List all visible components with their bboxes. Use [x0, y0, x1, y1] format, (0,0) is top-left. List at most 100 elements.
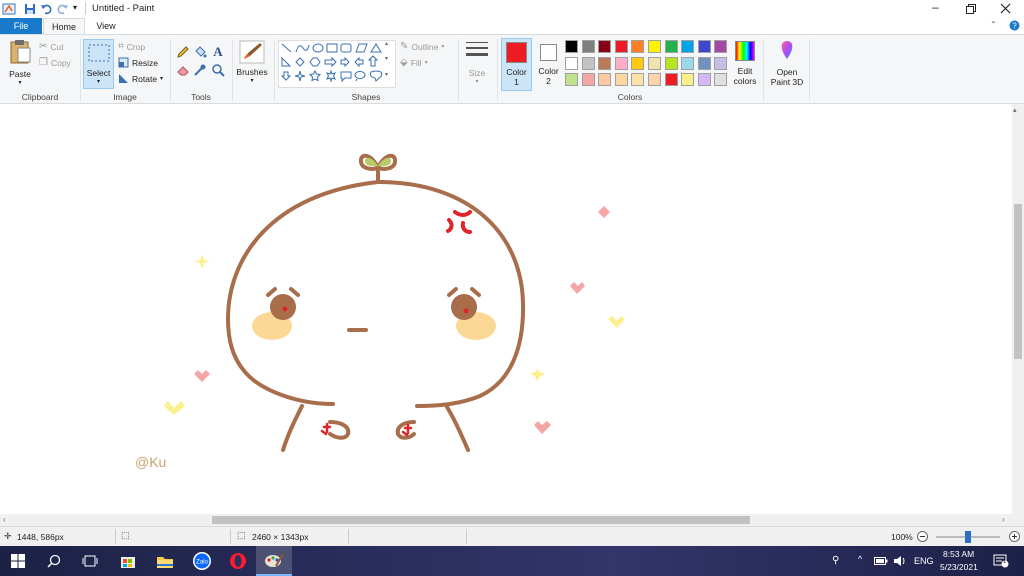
collapse-ribbon-icon[interactable]: ⌃: [990, 20, 997, 29]
color-swatch[interactable]: [697, 40, 711, 53]
cut-button[interactable]: ✂ Cut: [39, 41, 64, 52]
outline-button[interactable]: ✎ Outline ▾: [400, 41, 444, 52]
color-swatch[interactable]: [714, 40, 728, 53]
color-swatch[interactable]: [681, 40, 695, 53]
color-swatch[interactable]: [565, 56, 578, 70]
color-swatch[interactable]: [565, 73, 578, 86]
color-swatch[interactable]: [598, 56, 612, 70]
clock-date[interactable]: 5/23/2021: [940, 562, 978, 572]
tab-home[interactable]: Home: [43, 18, 85, 35]
color-swatch[interactable]: [664, 56, 678, 70]
vertical-scroll-thumb[interactable]: [1014, 204, 1022, 359]
save-icon[interactable]: [24, 3, 36, 15]
color-swatch[interactable]: [565, 40, 578, 53]
scroll-up-icon[interactable]: ▴: [1013, 106, 1017, 114]
open-paint3d-button[interactable]: Open Paint 3D: [766, 39, 808, 91]
color-swatch[interactable]: [648, 73, 661, 86]
color1-button[interactable]: Color 1: [501, 38, 532, 91]
color-swatch[interactable]: [631, 56, 645, 70]
text-icon[interactable]: A: [211, 44, 225, 58]
undo-icon[interactable]: [40, 3, 52, 15]
resize-button[interactable]: Resize: [118, 57, 158, 68]
color-swatch[interactable]: [681, 56, 695, 70]
color-swatch[interactable]: [714, 56, 728, 70]
customize-quick-access-icon[interactable]: ▾: [73, 3, 77, 12]
color-swatch[interactable]: [631, 73, 645, 86]
paint-app[interactable]: [256, 546, 292, 576]
color2-button[interactable]: Color 2: [535, 38, 562, 91]
color-swatch[interactable]: [581, 56, 595, 70]
zoom-out-icon[interactable]: [917, 531, 928, 542]
paint-app-icon[interactable]: [2, 2, 16, 16]
paste-button[interactable]: Paste ▾: [6, 39, 34, 89]
people-icon[interactable]: ⚲: [832, 555, 839, 566]
color-swatch[interactable]: [681, 73, 695, 86]
store-app[interactable]: [110, 546, 146, 576]
horizontal-scrollbar[interactable]: ‹ ›: [0, 514, 1012, 526]
opera-app[interactable]: [220, 546, 256, 576]
tab-view[interactable]: View: [86, 18, 126, 34]
color-picker-icon[interactable]: [193, 63, 207, 77]
zalo-icon: Zalo: [193, 552, 211, 570]
color-swatch[interactable]: [581, 73, 595, 86]
fill-button[interactable]: ⬙ Fill ▾: [400, 57, 428, 68]
color-swatch[interactable]: [664, 40, 678, 53]
color-swatch[interactable]: [631, 40, 645, 53]
color-swatch[interactable]: [664, 73, 678, 86]
color-swatch[interactable]: [714, 73, 728, 86]
clock-time[interactable]: 8:53 AM: [943, 549, 974, 559]
svg-text:?: ?: [1012, 22, 1017, 31]
select-button[interactable]: Select ▾: [83, 39, 114, 89]
pencil-icon[interactable]: [176, 45, 190, 59]
shapes-gallery[interactable]: [278, 40, 396, 88]
eraser-icon[interactable]: [176, 63, 190, 77]
zalo-app[interactable]: Zalo: [184, 546, 220, 576]
color-swatch[interactable]: [648, 56, 661, 70]
size-button[interactable]: Size ▾: [462, 39, 492, 89]
color-swatch[interactable]: [614, 40, 628, 53]
color-swatch[interactable]: [697, 56, 711, 70]
scrollbar-corner: [1012, 514, 1024, 526]
scroll-left-icon[interactable]: ‹: [3, 515, 6, 524]
copy-button[interactable]: ❐ Copy: [39, 57, 71, 68]
close-icon[interactable]: [1000, 3, 1011, 14]
canvas[interactable]: @Ku: [0, 104, 1012, 514]
zoom-slider-thumb[interactable]: [965, 531, 971, 543]
shapes-expand-icon[interactable]: ▾: [385, 71, 388, 78]
color-swatch[interactable]: [697, 73, 711, 86]
tab-file[interactable]: File: [0, 18, 42, 34]
windows-start-button[interactable]: [0, 546, 36, 576]
edit-colors-button[interactable]: Edit colors: [732, 39, 758, 91]
volume-icon[interactable]: [893, 555, 907, 567]
show-hidden-icons-icon[interactable]: ^: [858, 554, 862, 564]
color-swatch[interactable]: [614, 56, 628, 70]
brushes-button[interactable]: Brushes ▾: [235, 39, 269, 89]
shapes-scroll-down-icon[interactable]: ▾: [385, 55, 388, 62]
help-icon[interactable]: ?: [1009, 20, 1020, 31]
magnifier-icon[interactable]: [211, 63, 225, 77]
scroll-right-icon[interactable]: ›: [1002, 515, 1005, 524]
language-indicator[interactable]: ENG: [914, 556, 934, 566]
redo-icon[interactable]: [57, 3, 69, 15]
color-swatch[interactable]: [581, 40, 595, 53]
color-swatch[interactable]: [614, 73, 628, 86]
notification-center-icon[interactable]: [993, 554, 1009, 568]
restore-icon[interactable]: [966, 4, 976, 14]
task-view-button[interactable]: [72, 546, 108, 576]
fill-bucket-icon[interactable]: [193, 45, 207, 59]
color-swatch[interactable]: [598, 73, 612, 86]
minimize-icon[interactable]: –: [932, 0, 939, 14]
file-explorer-app[interactable]: [147, 546, 183, 576]
fill-icon: ⬙: [400, 57, 408, 68]
color-swatch[interactable]: [598, 40, 612, 53]
vertical-scrollbar[interactable]: ▴: [1012, 104, 1024, 514]
battery-icon[interactable]: [874, 556, 888, 566]
horizontal-scroll-thumb[interactable]: [212, 516, 750, 524]
color2-label: Color: [538, 66, 559, 76]
shapes-scroll-up-icon[interactable]: ▴: [385, 40, 388, 47]
crop-button[interactable]: ⌗ Crop: [118, 41, 145, 52]
search-button[interactable]: [36, 546, 72, 576]
zoom-in-icon[interactable]: [1009, 531, 1020, 542]
color-swatch[interactable]: [648, 40, 661, 53]
rotate-button[interactable]: Rotate ▾: [118, 73, 163, 84]
